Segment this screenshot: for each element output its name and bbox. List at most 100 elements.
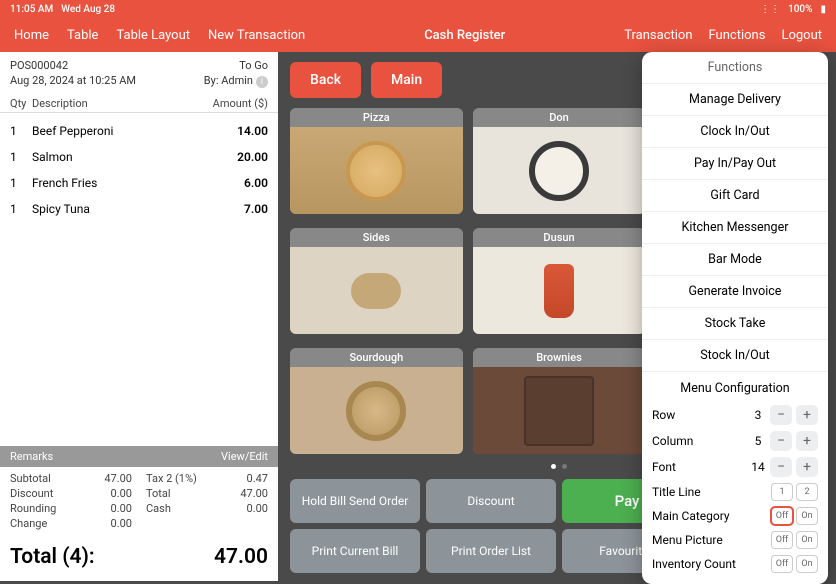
title-line-2[interactable]: 2 — [796, 483, 818, 501]
row-increment[interactable]: + — [796, 405, 818, 425]
nav-table-layout[interactable]: Table Layout — [116, 28, 190, 43]
item-qty: 1 — [10, 202, 32, 216]
hold-bill-button[interactable]: Hold Bill Send Order — [290, 479, 420, 523]
item-price: 20.00 — [198, 150, 268, 164]
tile-label: Sourdough — [290, 348, 463, 367]
menu-config-title: Menu Configuration — [652, 377, 818, 402]
main-button[interactable]: Main — [371, 62, 442, 98]
config-column-row: Column5 − + — [652, 428, 818, 454]
receipt-item[interactable]: 1 Spicy Tuna 7.00 — [10, 196, 268, 222]
item-price: 7.00 — [198, 202, 268, 216]
dropdown-item-manage delivery[interactable]: Manage Delivery — [642, 84, 828, 116]
item-name: French Fries — [32, 176, 198, 190]
category-tile-dusun[interactable]: Dusun — [473, 228, 646, 334]
nav-table[interactable]: Table — [67, 28, 98, 43]
dropdown-item--tock in-out[interactable]: Stock In/Out — [642, 340, 828, 372]
order-type: To Go — [239, 59, 268, 72]
dropdown-item-bar mode[interactable]: Bar Mode — [642, 244, 828, 276]
item-qty: 1 — [10, 124, 32, 138]
column-decrement[interactable]: − — [770, 431, 792, 451]
tile-label: Sides — [290, 228, 463, 247]
nav-new-transaction[interactable]: New Transaction — [208, 28, 305, 43]
info-icon[interactable]: i — [256, 76, 268, 88]
totals-row: Subtotal47.00Tax 2 (1%)0.47 — [10, 472, 268, 485]
category-tile-brownies[interactable]: Brownies — [473, 348, 646, 454]
discount-button[interactable]: Discount — [426, 479, 556, 523]
category-tile-sourdough[interactable]: Sourdough — [290, 348, 463, 454]
column-increment[interactable]: + — [796, 431, 818, 451]
totals-row: Rounding0.00Cash0.00 — [10, 502, 268, 515]
item-price: 14.00 — [198, 124, 268, 138]
battery-icon: ▮ — [820, 4, 826, 15]
back-button[interactable]: Back — [290, 62, 361, 98]
main category-on[interactable]: On — [796, 507, 818, 525]
functions-dropdown: Functions Manage DeliveryClock In/OutPay… — [642, 52, 828, 584]
print-list-button[interactable]: Print Order List — [426, 529, 556, 573]
title-line-1[interactable]: 1 — [771, 483, 793, 501]
receipt-item[interactable]: 1 Salmon 20.00 — [10, 144, 268, 170]
nav-logout[interactable]: Logout — [781, 28, 822, 43]
nav-functions[interactable]: Functions — [709, 28, 766, 43]
menu picture-on[interactable]: On — [796, 531, 818, 549]
dot-1[interactable] — [551, 464, 556, 469]
nav-transaction[interactable]: Transaction — [624, 28, 692, 43]
totals-row: Change0.00 — [10, 517, 268, 530]
receipt-item[interactable]: 1 Beef Pepperoni 14.00 — [10, 118, 268, 144]
config-menu picture-row: Menu Picture Off On — [652, 528, 818, 552]
view-edit[interactable]: View/Edit — [221, 450, 268, 463]
pos-id: POS000042 — [10, 59, 68, 72]
dropdown-header: Functions — [642, 52, 828, 84]
category-tile-don[interactable]: Don — [473, 108, 646, 214]
config-main category-row: Main Category Off On — [652, 504, 818, 528]
config-inventory count-row: Inventory Count Off On — [652, 552, 818, 576]
tile-image — [290, 367, 463, 454]
status-bar: 11:05 AM Wed Aug 28 ⋮⋮ 100% ▮ — [0, 0, 836, 18]
dropdown-item--tock take[interactable]: Stock Take — [642, 308, 828, 340]
dropdown-item-pay in-pay out[interactable]: Pay In/Pay Out — [642, 148, 828, 180]
totals-row: Discount0.00Total47.00 — [10, 487, 268, 500]
tile-image — [290, 127, 463, 214]
item-name: Spicy Tuna — [32, 202, 198, 216]
tile-label: Pizza — [290, 108, 463, 127]
main category-off[interactable]: Off — [771, 507, 793, 525]
dropdown-item-generate invoice[interactable]: Generate Invoice — [642, 276, 828, 308]
dot-2[interactable] — [562, 464, 567, 469]
status-time: 11:05 AM — [10, 4, 53, 15]
category-tile-pizza[interactable]: Pizza — [290, 108, 463, 214]
row-decrement[interactable]: − — [770, 405, 792, 425]
nav-home[interactable]: Home — [14, 28, 49, 43]
category-tile-sides[interactable]: Sides — [290, 228, 463, 334]
dropdown-item-gift card[interactable]: Gift Card — [642, 180, 828, 212]
dropdown-item-clock in-out[interactable]: Clock In/Out — [642, 116, 828, 148]
grand-total: Total (4): 47.00 — [0, 537, 278, 581]
remarks-bar[interactable]: Remarks View/Edit — [0, 446, 278, 467]
battery-text: 100% — [788, 4, 812, 15]
item-price: 6.00 — [198, 176, 268, 190]
tile-label: Dusun — [473, 228, 646, 247]
item-qty: 1 — [10, 176, 32, 190]
tile-image — [473, 247, 646, 334]
tile-image — [473, 127, 646, 214]
tile-label: Don — [473, 108, 646, 127]
receipt-by: By: Admini — [204, 74, 268, 88]
wifi-icon: ⋮⋮ — [760, 4, 780, 15]
status-date: Wed Aug 28 — [61, 4, 115, 15]
receipt-item[interactable]: 1 French Fries 6.00 — [10, 170, 268, 196]
item-qty: 1 — [10, 150, 32, 164]
config-font-row: Font14 − + — [652, 454, 818, 480]
dropdown-item-kitchen me-enger[interactable]: Kitchen Messenger — [642, 212, 828, 244]
receipt-datetime: Aug 28, 2024 at 10:25 AM — [10, 74, 136, 88]
receipt-panel: POS000042 To Go Aug 28, 2024 at 10:25 AM… — [0, 52, 278, 581]
tile-image — [290, 247, 463, 334]
title-line-row: Title Line 1 2 — [652, 480, 818, 504]
print-bill-button[interactable]: Print Current Bill — [290, 529, 420, 573]
page-title: Cash Register — [305, 28, 624, 43]
inventory count-on[interactable]: On — [796, 555, 818, 573]
menu picture-off[interactable]: Off — [771, 531, 793, 549]
font-increment[interactable]: + — [796, 457, 818, 477]
inventory count-off[interactable]: Off — [771, 555, 793, 573]
item-name: Salmon — [32, 150, 198, 164]
receipt-columns: Qty Description Amount ($) — [0, 95, 278, 113]
nav-bar: Home Table Table Layout New Transaction … — [0, 18, 836, 52]
font-decrement[interactable]: − — [770, 457, 792, 477]
